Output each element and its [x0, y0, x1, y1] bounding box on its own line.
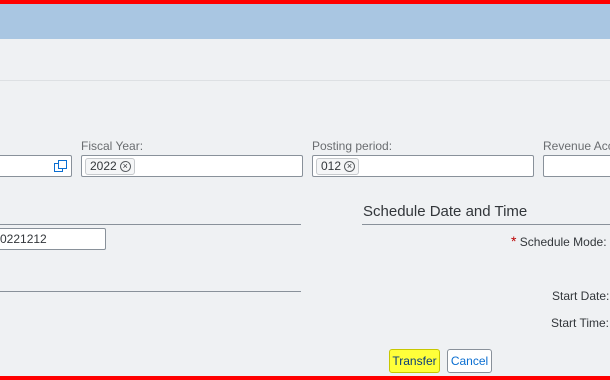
posting-period-input[interactable]: 012 ×: [312, 155, 534, 177]
start-time-label: Start Time:: [551, 316, 610, 330]
schedule-section-title: Schedule Date and Time: [363, 203, 528, 220]
start-date-label: Start Date:: [552, 289, 610, 303]
schedule-section-line: [362, 224, 610, 225]
value-help-icon[interactable]: [54, 160, 67, 172]
fiscal-year-label: Fiscal Year:: [81, 139, 144, 153]
posting-period-token[interactable]: 012 ×: [316, 158, 360, 175]
schedule-mode-label-text: Schedule Mode:: [519, 235, 607, 249]
revenue-account-input[interactable]: [543, 155, 610, 177]
posting-period-token-text: 012: [321, 159, 342, 173]
schedule-mode-label: * Schedule Mode:: [511, 233, 607, 249]
posting-period-label: Posting period:: [312, 139, 393, 153]
remove-circle-icon[interactable]: ×: [344, 161, 356, 172]
fiscal-year-input[interactable]: 2022 ×: [81, 155, 303, 177]
left-section-line-top: [0, 224, 301, 225]
required-marker: *: [511, 233, 517, 249]
left-section-line-bottom: [0, 291, 301, 292]
run-id-input[interactable]: 0221212: [0, 228, 106, 250]
run-id-value: 0221212: [0, 232, 47, 246]
first-filter-input[interactable]: [0, 155, 72, 177]
fiscal-year-token-text: 2022: [90, 159, 117, 173]
remove-circle-icon[interactable]: ×: [119, 161, 131, 172]
bottom-frame-border: [0, 376, 610, 380]
revenue-account-label: Revenue Acc: [543, 139, 610, 153]
shell-header-bar: [0, 4, 610, 39]
header-divider: [0, 80, 610, 81]
transfer-button[interactable]: Transfer: [389, 349, 440, 373]
cancel-button[interactable]: Cancel: [447, 349, 492, 373]
fiscal-year-token[interactable]: 2022 ×: [85, 158, 135, 175]
